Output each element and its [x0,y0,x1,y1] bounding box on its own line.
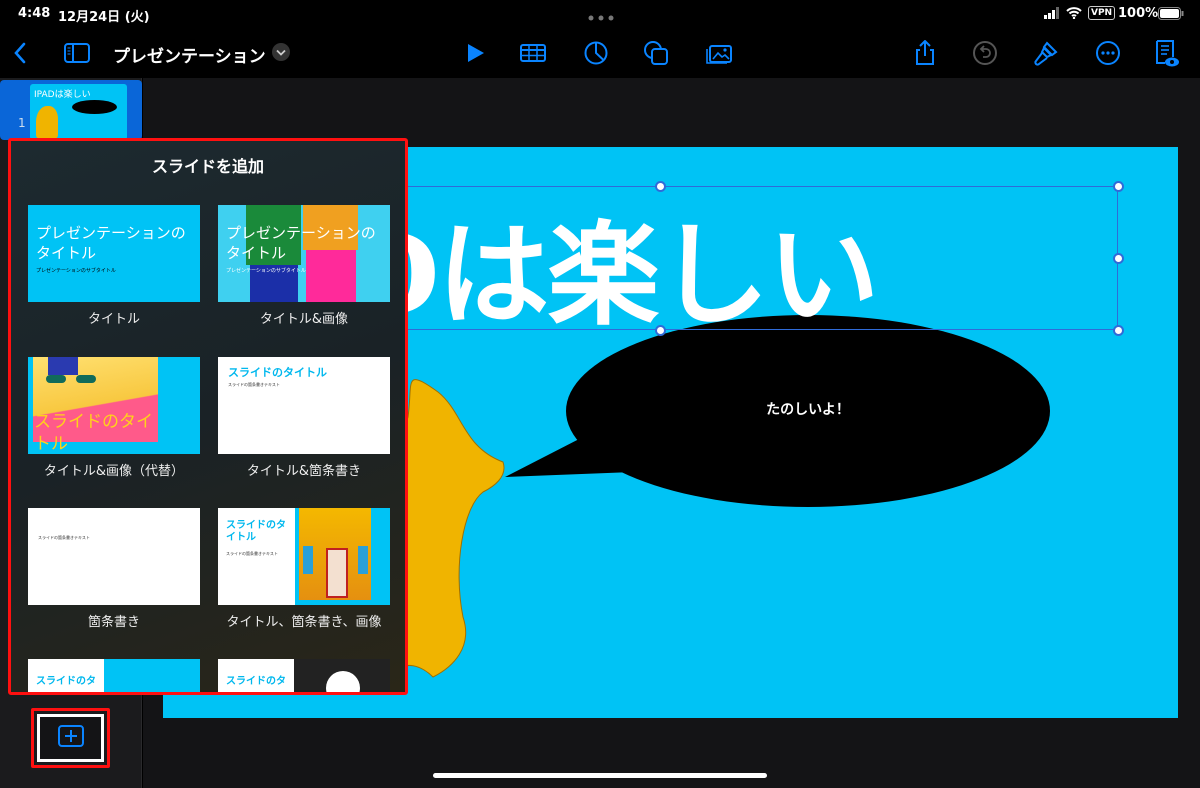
vpn-badge: VPN [1088,6,1116,20]
resize-handle[interactable] [1113,181,1124,192]
layout-title-image-dark[interactable]: スライドのタ [218,659,390,692]
bubble-text[interactable]: たのしいよ！ [708,399,908,419]
add-slide-popover: スライドを追加 プレゼンテーションのタイトル プレゼンテーションのサブタイトル … [8,138,408,695]
layout-label: タイトル&箇条書き [246,464,362,479]
layout-label: タイトル&画像 [259,312,349,327]
table-icon[interactable] [520,40,546,66]
chart-icon[interactable] [583,40,609,66]
media-icon[interactable] [706,40,732,66]
presenter-notes-icon[interactable] [1154,40,1180,67]
back-icon[interactable] [8,40,34,66]
slide-thumbnail-1[interactable]: 1 IPADは楽しい [0,80,142,140]
resize-handle[interactable] [655,181,666,192]
layout-title-bullets-image[interactable]: スライドのタイトル スライドの箇条書きテキスト [218,508,390,605]
layout-title-image[interactable]: プレゼンテーションのタイトル プレゼンテーションのサブタイトル [218,205,390,302]
resize-handle[interactable] [655,325,666,336]
resize-handle[interactable] [1113,325,1124,336]
battery-icon [1158,7,1184,24]
thumbnail-title: IPADは楽しい [34,90,91,100]
more-icon[interactable] [1095,40,1121,66]
undo-icon[interactable] [972,40,998,66]
signal-icon [1044,7,1062,23]
toolbar: プレゼンテーション [0,28,1200,78]
sidebar-icon[interactable] [64,40,90,66]
resize-handle[interactable] [1113,253,1124,264]
popover-title: スライドを追加 [151,157,264,176]
layout-title-bullets[interactable]: スライドのタイトル スライドの箇条書きテキスト [218,357,390,454]
shape-icon[interactable] [643,40,669,66]
layout-title-image-alt[interactable]: スライドのタイトル [28,357,200,454]
add-slide-button[interactable] [37,714,104,762]
multitasking-dots-icon[interactable] [588,10,614,21]
layout-bullets[interactable]: スライドの箇条書きテキスト [28,508,200,605]
layout-label: タイトル、箇条書き、画像 [226,615,382,630]
layout-title-image-split[interactable]: スライドのタ [28,659,200,692]
add-slide-button-highlight [31,708,110,768]
battery-percent: 100% [1118,6,1159,21]
time: 4:48 [18,6,51,21]
wifi-icon [1066,6,1082,23]
plus-icon [58,725,84,753]
slide-number: 1 [18,116,26,130]
title-menu-chevron-icon[interactable] [272,43,290,61]
layout-label: 箇条書き [87,615,140,630]
share-icon[interactable] [912,39,938,66]
layout-title[interactable]: プレゼンテーションのタイトル プレゼンテーションのサブタイトル [28,205,200,302]
date: 12月24日 (火) [58,10,150,25]
layout-label: タイトル [87,312,140,327]
layout-label: タイトル&画像（代替） [43,464,185,479]
home-indicator[interactable] [433,773,767,778]
status-bar: 4:48 12月24日 (火) VPN 100% [0,0,1200,28]
play-icon[interactable] [463,40,489,66]
format-brush-icon[interactable] [1033,40,1059,66]
document-title[interactable]: プレゼンテーション [113,42,266,67]
